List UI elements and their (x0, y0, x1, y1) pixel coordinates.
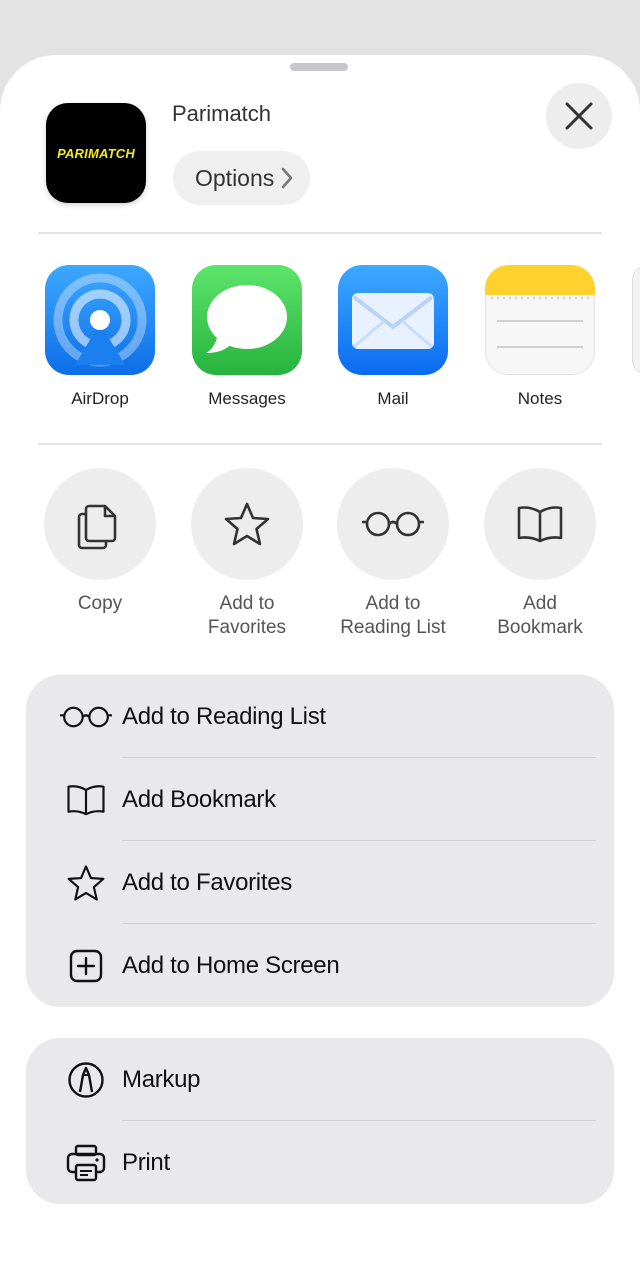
action-list-group-2: Markup Print (26, 1038, 614, 1204)
list-item-add-to-home-screen[interactable]: Add to Home Screen (26, 924, 614, 1007)
action-label: Add to Favorites (207, 593, 287, 638)
app-icon-logo-text: PARIMATCH (57, 145, 135, 161)
share-app-label: AirDrop (71, 389, 129, 408)
list-item-label: Print (122, 1148, 170, 1176)
plus-square-icon (60, 946, 112, 986)
header-divider (38, 232, 602, 234)
share-apps-row: AirDrop Messages Mail Notes (0, 265, 640, 415)
action-copy[interactable]: Copy (25, 468, 175, 616)
share-app-airdrop[interactable]: AirDrop (35, 265, 165, 409)
list-item-add-to-favorites[interactable]: Add to Favorites (26, 841, 614, 924)
list-item-label: Markup (122, 1065, 201, 1093)
next-app-peek[interactable] (632, 265, 640, 375)
list-item-label: Add to Home Screen (122, 951, 340, 979)
options-button[interactable]: Options (173, 151, 311, 205)
action-add-bookmark[interactable]: Add Bookmark (465, 468, 615, 640)
list-item-label: Add to Favorites (122, 868, 292, 896)
share-app-label: Notes (517, 389, 563, 408)
action-circle (484, 468, 596, 580)
options-label: Options (195, 164, 275, 191)
copy-icon (77, 504, 117, 550)
chevron-right-icon (281, 167, 293, 189)
list-item-label: Add to Reading List (122, 702, 326, 730)
notes-icon (485, 265, 595, 375)
glasses-icon (60, 697, 112, 737)
action-add-to-favorites[interactable]: Add to Favorites (172, 468, 322, 640)
parimatch-app-icon: PARIMATCH (46, 103, 146, 203)
action-label: Add to Reading List (340, 593, 446, 638)
mail-icon (338, 265, 448, 375)
action-label: Add Bookmark (497, 593, 583, 638)
app-title: Parimatch (172, 101, 272, 126)
list-item-print[interactable]: Print (26, 1121, 614, 1204)
close-icon (565, 102, 593, 130)
share-app-notes[interactable]: Notes (475, 265, 605, 409)
list-item-markup[interactable]: Markup (26, 1038, 614, 1121)
list-item-add-bookmark[interactable]: Add Bookmark (26, 758, 614, 841)
book-icon (60, 780, 112, 820)
book-icon (517, 506, 563, 543)
star-icon (224, 502, 270, 546)
apps-divider (38, 443, 602, 445)
share-app-label: Mail (377, 389, 409, 408)
airdrop-icon (45, 265, 155, 375)
share-sheet: PARIMATCH Parimatch Options AirDrop Mess… (0, 55, 640, 1280)
action-list-group-1: Add to Reading List Add Bookmark Add to … (26, 675, 614, 1007)
share-app-messages[interactable]: Messages (182, 265, 312, 409)
messages-icon (192, 265, 302, 375)
action-label: Copy (77, 593, 123, 614)
list-item-add-to-reading-list[interactable]: Add to Reading List (26, 675, 614, 758)
close-button[interactable] (546, 83, 612, 149)
share-app-label: Messages (208, 389, 286, 408)
action-circle (44, 468, 156, 580)
markup-icon (60, 1060, 112, 1100)
star-icon (60, 863, 112, 903)
glasses-icon (362, 511, 424, 537)
action-add-to-reading-list[interactable]: Add to Reading List (318, 468, 468, 640)
list-item-label: Add Bookmark (122, 785, 276, 813)
quick-actions-row: Copy Add to Favorites Add to Reading Lis… (0, 468, 640, 648)
action-circle (191, 468, 303, 580)
printer-icon (60, 1143, 112, 1183)
share-app-mail[interactable]: Mail (328, 265, 458, 409)
sheet-grabber[interactable] (290, 63, 348, 71)
action-circle (337, 468, 449, 580)
